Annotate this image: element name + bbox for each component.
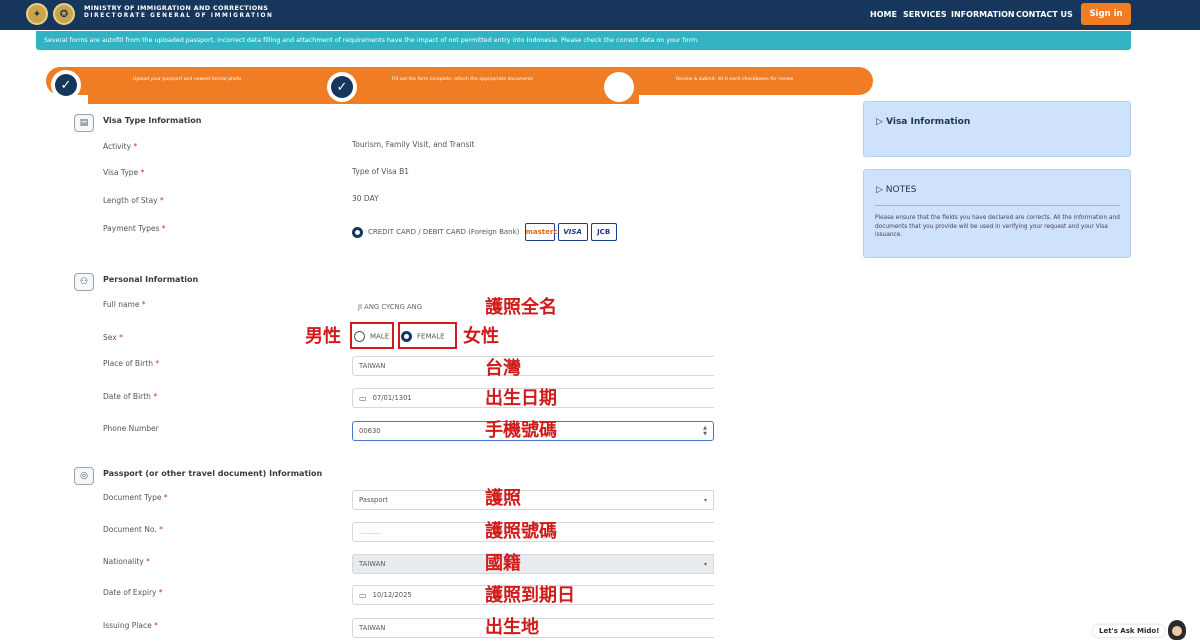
payment-radio[interactable] bbox=[352, 226, 363, 238]
payment-types-label: Payment Types * bbox=[103, 224, 166, 233]
visa-icon: VISA bbox=[557, 223, 588, 241]
place-of-birth-input[interactable]: TAIWAN bbox=[352, 356, 714, 376]
ministry-title: MINISTRY OF IMMIGRATION AND CORRECTIONS … bbox=[84, 4, 274, 19]
mastercard-icon: mastercard bbox=[524, 223, 571, 241]
annotation-full-name: 護照全名 bbox=[485, 297, 557, 318]
jcb-icon: JCB bbox=[590, 223, 617, 241]
play-icon: ▷ bbox=[876, 185, 883, 195]
radio-female[interactable] bbox=[401, 331, 412, 342]
visa-type-value: Type of Visa B1 bbox=[352, 167, 410, 176]
nav-information[interactable]: INFORMATION bbox=[951, 10, 1015, 19]
progress-stepper-tail bbox=[88, 94, 639, 104]
chat-widget-label[interactable]: Let's Ask Mido! bbox=[1093, 625, 1166, 637]
step-3-indicator bbox=[604, 72, 634, 102]
personal-section-title: Personal Information bbox=[103, 275, 199, 284]
immigration-logo-icon: ✪ bbox=[53, 3, 75, 25]
notes-title: ▷ NOTES bbox=[876, 185, 917, 195]
calendar-icon: ▭ bbox=[359, 590, 367, 600]
logos: ✦ ✪ bbox=[26, 3, 75, 25]
step-1-indicator: ✓ bbox=[51, 70, 81, 100]
id-card-icon: ▤ bbox=[74, 114, 94, 132]
number-stepper-icon[interactable]: ▲ ▼ bbox=[703, 425, 707, 437]
document-type-label: Document Type * bbox=[103, 493, 168, 502]
length-of-stay-label: Length of Stay * bbox=[103, 196, 164, 205]
date-of-birth-label: Date of Birth * bbox=[103, 392, 158, 401]
chevron-down-icon: ▾ bbox=[703, 560, 707, 568]
sign-in-button[interactable]: Sign in bbox=[1081, 3, 1131, 25]
activity-label: Activity * bbox=[103, 142, 138, 151]
visa-type-label: Visa Type * bbox=[103, 168, 145, 177]
annotation-date-of-expiry: 護照到期日 bbox=[485, 585, 575, 606]
chevron-down-icon: ▾ bbox=[703, 496, 707, 504]
annotation-document-no: 護照號碼 bbox=[485, 521, 557, 542]
step-3-text: Review & submit, let it each checkboxes … bbox=[676, 77, 794, 82]
document-no-label: Document No. * bbox=[103, 525, 163, 534]
nationality-select[interactable]: TAIWAN ▾ bbox=[352, 554, 714, 574]
annotation-male: 男性 bbox=[305, 326, 341, 347]
sex-female-option[interactable]: FEMALE bbox=[401, 331, 445, 342]
date-of-expiry-label: Date of Expiry * bbox=[103, 588, 163, 597]
annotation-document-type: 護照 bbox=[485, 488, 521, 509]
visa-information-card[interactable]: ▷ Visa Information bbox=[863, 101, 1131, 157]
step-2-text: Fill out the form complete, attach the a… bbox=[392, 77, 534, 82]
top-navbar: ✦ ✪ MINISTRY OF IMMIGRATION AND CORRECTI… bbox=[0, 0, 1200, 30]
sex-male-option[interactable]: MALE bbox=[354, 331, 389, 342]
visa-type-section-title: Visa Type Information bbox=[103, 116, 202, 125]
nav-services[interactable]: SERVICES bbox=[903, 10, 947, 19]
payment-option-card[interactable]: CREDIT CARD / DEBIT CARD (Foreign Bank) … bbox=[352, 223, 617, 241]
passport-section-title: Passport (or other travel document) Info… bbox=[103, 469, 323, 478]
person-icon: ⚇ bbox=[74, 273, 94, 291]
notes-card: ▷ NOTES Please ensure that the fields yo… bbox=[863, 169, 1131, 258]
issuing-place-label: Issuing Place * bbox=[103, 621, 158, 630]
annotation-phone: 手機號碼 bbox=[485, 420, 557, 441]
phone-number-label: Phone Number bbox=[103, 424, 159, 433]
step-1-text: Upload your passport and newest formal p… bbox=[133, 77, 242, 82]
passport-icon: ◎ bbox=[74, 467, 94, 485]
notes-divider bbox=[875, 205, 1120, 206]
calendar-icon: ▭ bbox=[359, 393, 367, 403]
place-of-birth-label: Place of Birth * bbox=[103, 359, 160, 368]
nationality-label: Nationality * bbox=[103, 557, 150, 566]
annotation-female: 女性 bbox=[463, 326, 499, 347]
annotation-place-of-birth: 台灣 bbox=[485, 358, 521, 379]
nav-home[interactable]: HOME bbox=[870, 10, 897, 19]
annotation-date-of-birth: 出生日期 bbox=[485, 388, 557, 409]
sex-label: Sex * bbox=[103, 333, 123, 342]
check-icon: ✓ bbox=[331, 76, 353, 98]
visa-information-title: ▷ Visa Information bbox=[876, 117, 971, 127]
length-of-stay-value: 30 DAY bbox=[352, 194, 379, 203]
document-type-select[interactable]: Passport ▾ bbox=[352, 490, 714, 510]
activity-value: Tourism, Family Visit, and Transit bbox=[352, 140, 475, 149]
notes-text: Please ensure that the fields you have d… bbox=[875, 215, 1120, 239]
full-name-label: Full name * bbox=[103, 300, 146, 309]
nav-contact-us[interactable]: CONTACT US bbox=[1016, 10, 1073, 19]
check-icon: ✓ bbox=[55, 74, 77, 96]
annotation-issuing-place: 出生地 bbox=[485, 617, 539, 638]
play-icon: ▷ bbox=[876, 117, 883, 127]
garuda-logo-icon: ✦ bbox=[26, 3, 48, 25]
chat-avatar-icon[interactable] bbox=[1168, 620, 1186, 640]
annotation-nationality: 國籍 bbox=[485, 553, 521, 574]
autofill-notice-banner: Several forms are autofill from the uplo… bbox=[36, 31, 1131, 50]
step-2-indicator: ✓ bbox=[327, 72, 357, 102]
radio-male[interactable] bbox=[354, 331, 365, 342]
